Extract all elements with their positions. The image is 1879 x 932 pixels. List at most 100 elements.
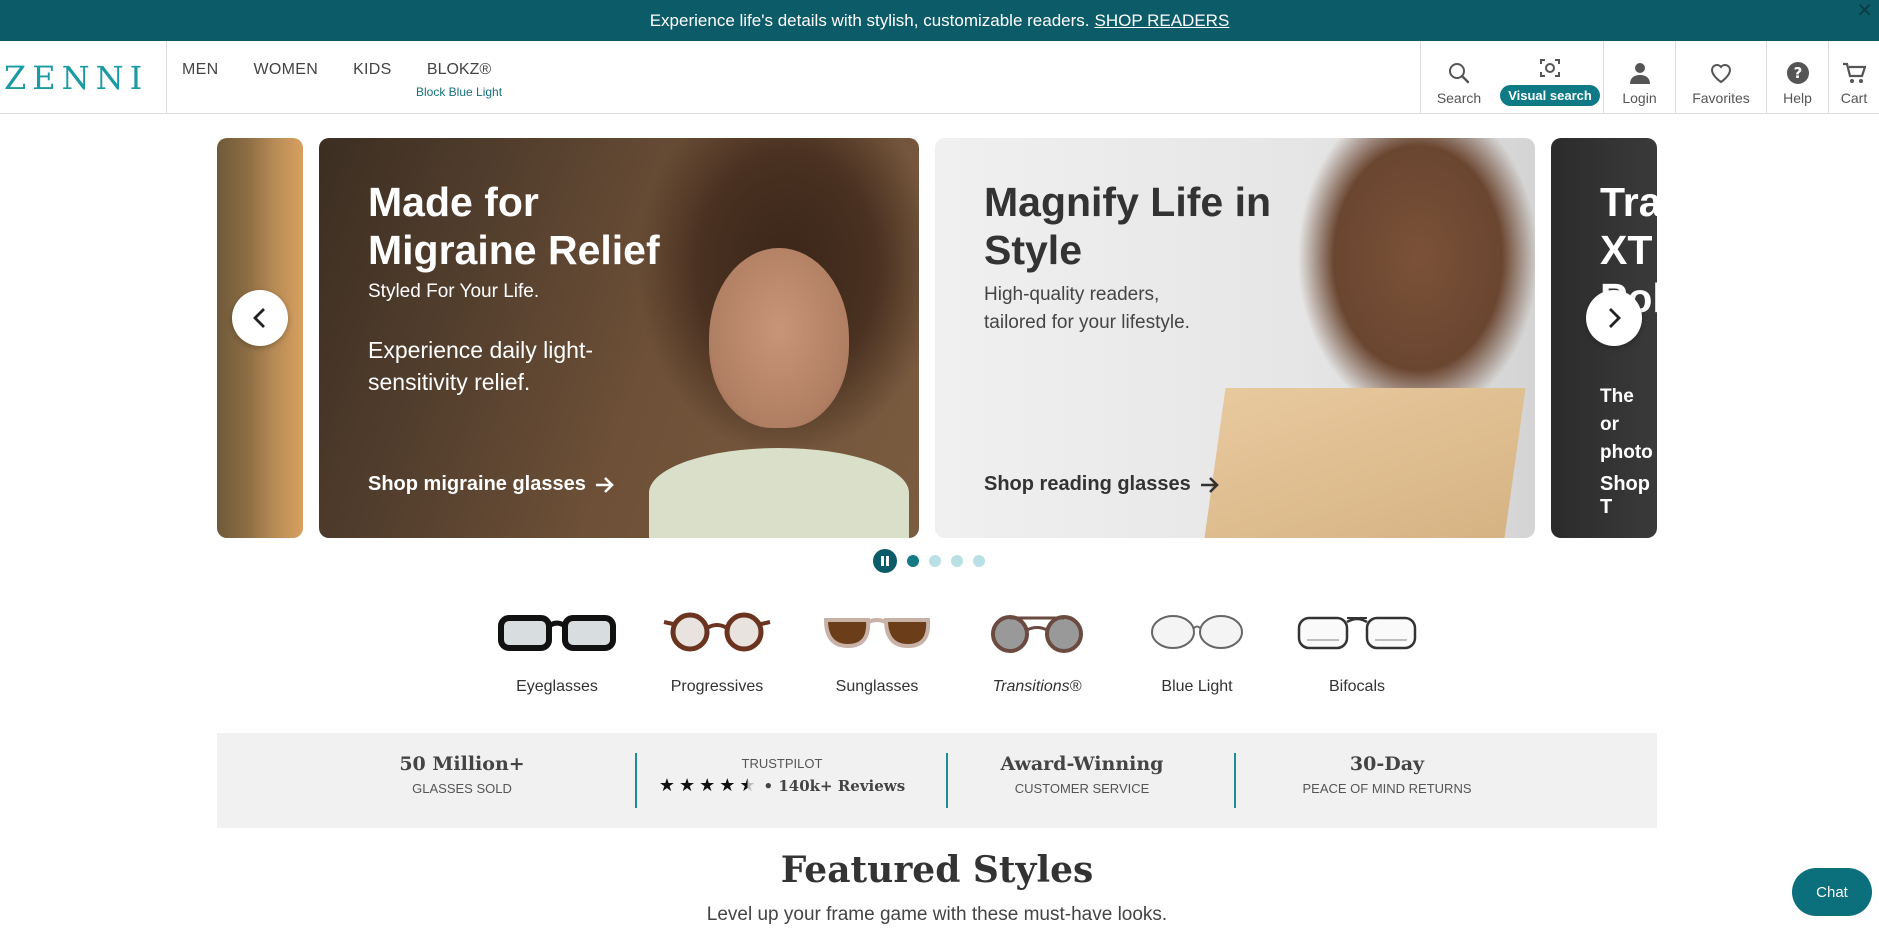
category-progressives[interactable]: Progressives (637, 605, 797, 696)
category-eyeglasses[interactable]: Eyeglasses (477, 605, 637, 696)
carousel-next-button[interactable] (1586, 290, 1642, 346)
camera-scan-icon (1540, 59, 1560, 77)
carousel-slide-readers[interactable]: Magnify Life in Style High-quality reade… (935, 138, 1535, 538)
cart-label: Cart (1840, 90, 1868, 106)
cart-button[interactable]: Cart (1828, 41, 1879, 114)
nav-men[interactable]: MEN (182, 61, 218, 79)
bifocals-icon (1277, 605, 1437, 659)
category-label: Sunglasses (835, 678, 919, 695)
login-button[interactable]: Login (1603, 41, 1675, 114)
trustpilot-label: TRUSTPILOT (741, 756, 823, 771)
shop-migraine-link[interactable]: Shop migraine glasses (368, 473, 616, 496)
help-label: Help (1783, 90, 1812, 106)
favorites-label: Favorites (1692, 90, 1750, 106)
featured-styles-title: Featured Styles (780, 849, 1094, 891)
carousel-dot-3[interactable] (951, 555, 963, 567)
star-icon: ★ (699, 775, 716, 795)
main-nav: MEN WOMEN KIDS (182, 61, 427, 79)
carousel-dot-4[interactable] (973, 555, 985, 567)
category-sunglasses[interactable]: Sunglasses (797, 605, 957, 696)
hero-carousel: Made for Migraine Relief Styled For Your… (217, 137, 1657, 539)
cta-label: Shop T (1600, 473, 1650, 518)
shop-readers-link[interactable]: SHOP READERS (1095, 11, 1230, 31)
trust-bar: 50 Million+ GLASSES SOLD TRUSTPILOT ★ ★ … (217, 733, 1657, 828)
trust-customer-service: Award-Winning CUSTOMER SERVICE (967, 753, 1197, 796)
category-row: Eyeglasses Progressives Sunglasses Trans… (477, 605, 1437, 696)
sunglasses-icon (797, 605, 957, 659)
arrow-right-icon (595, 476, 614, 493)
trust-trustpilot[interactable]: TRUSTPILOT ★ ★ ★ ★ ★ • 140k+ Reviews (657, 753, 907, 796)
slide-book (1204, 388, 1526, 538)
chevron-right-icon (1609, 308, 1621, 328)
category-label: Bifocals (1328, 678, 1386, 695)
eyeglasses-icon (477, 605, 637, 659)
slide-title: Made for Migraine Relief (368, 179, 660, 273)
slide-model-shirt (649, 448, 909, 538)
slide-model-face (709, 248, 849, 428)
category-label: Transitions® (992, 678, 1082, 695)
trust-returns: 30-Day PEACE OF MIND RETURNS (1257, 753, 1517, 796)
nav-women[interactable]: WOMEN (253, 61, 318, 79)
site-header: ZENNI MEN WOMEN KIDS BLOKZ® Block Blue L… (0, 41, 1879, 114)
carousel-pagination (873, 549, 985, 573)
carousel-dot-1[interactable] (907, 555, 919, 567)
progressives-icon (637, 605, 797, 659)
star-half-icon: ★ (739, 775, 756, 795)
trust-divider (946, 753, 948, 808)
nav-kids[interactable]: KIDS (353, 61, 392, 79)
slide-subtitle: Styled For Your Life. (368, 281, 540, 302)
trust-value: 30-Day (1349, 753, 1425, 775)
trust-divider (1234, 753, 1236, 808)
slide-subtitle: High-quality readers, tailored for your … (984, 284, 1190, 333)
nav-blokz-label: BLOKZ® (426, 61, 492, 78)
search-button[interactable]: Search (1420, 41, 1497, 114)
favorites-button[interactable]: Favorites (1675, 41, 1766, 114)
arrow-right-icon (1200, 476, 1219, 493)
zenni-logo[interactable]: ZENNI (4, 59, 149, 97)
category-blue-light[interactable]: Blue Light (1117, 605, 1277, 696)
category-label: Blue Light (1161, 678, 1233, 695)
category-transitions[interactable]: Transitions® (957, 605, 1117, 696)
slide-title: Magnify Life in Style (984, 179, 1271, 273)
pause-button[interactable] (873, 549, 897, 573)
heart-icon (1710, 64, 1732, 84)
star-icon: ★ (658, 775, 675, 795)
promo-text: Experience life's details with stylish, … (649, 10, 1090, 30)
nav-blokz-sub: Block Blue Light (416, 85, 503, 99)
help-icon: ? (1786, 62, 1809, 84)
close-icon[interactable]: ✕ (1856, 0, 1873, 23)
shop-reading-link[interactable]: Shop reading glasses (984, 473, 1221, 496)
slide-description: The or photo (1600, 386, 1653, 463)
category-label: Progressives (670, 678, 764, 695)
svg-text:?: ? (1793, 64, 1802, 82)
carousel-prev-button[interactable] (232, 290, 288, 346)
chat-button[interactable]: Chat (1792, 868, 1872, 916)
trust-caption: CUSTOMER SERVICE (1014, 781, 1150, 796)
nav-blokz[interactable]: BLOKZ® Block Blue Light (416, 61, 502, 99)
trust-value: Award-Winning (1000, 753, 1164, 775)
trust-caption: GLASSES SOLD (412, 781, 512, 796)
star-icon: ★ (719, 775, 736, 795)
cta-label: Shop reading glasses (984, 473, 1191, 495)
featured-styles-subtitle: Level up your frame game with these must… (706, 904, 1168, 925)
carousel-slide-migraine[interactable]: Made for Migraine Relief Styled For Your… (319, 138, 919, 538)
trustpilot-reviews: • 140k+ Reviews (763, 776, 906, 795)
cta-label: Shop migraine glasses (368, 473, 586, 495)
logo-text: ZENNI (4, 59, 149, 97)
trust-value: 50 Million+ (399, 753, 525, 775)
chevron-left-icon (253, 308, 265, 328)
category-bifocals[interactable]: Bifocals (1277, 605, 1437, 696)
help-button[interactable]: ? Help (1766, 41, 1828, 114)
carousel-dot-2[interactable] (929, 555, 941, 567)
search-icon (1449, 63, 1470, 84)
visual-search-button[interactable]: Visual search (1497, 41, 1603, 114)
search-label: Search (1436, 90, 1482, 106)
trust-caption: PEACE OF MIND RETURNS (1302, 781, 1472, 796)
trust-divider (635, 753, 637, 808)
header-divider (166, 41, 167, 114)
pause-icon (881, 556, 889, 566)
trust-glasses-sold: 50 Million+ GLASSES SOLD (357, 753, 567, 796)
blue-light-icon (1117, 605, 1277, 659)
cart-icon (1843, 62, 1866, 83)
star-icon: ★ (678, 775, 696, 795)
